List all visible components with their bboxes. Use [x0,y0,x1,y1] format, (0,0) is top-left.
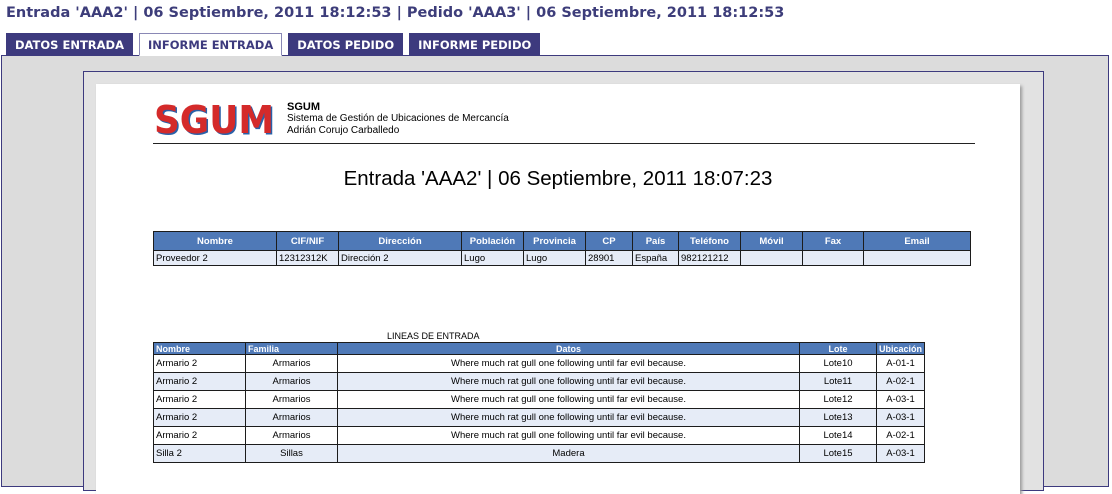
col-header: Email [863,231,971,251]
table-cell [863,250,971,266]
table-row: Proveedor 2 12312312K Dirección 2 Lugo L… [153,250,971,266]
table-cell: Armario 2 [153,372,246,391]
table-row: Silla 2 Sillas Madera Lote15 A-03-1 [153,444,925,463]
table-cell: Dirección 2 [338,250,462,266]
table-cell: Lote14 [799,426,877,445]
col-header: Teléfono [678,231,741,251]
table-cell: Silla 2 [153,444,246,463]
report-viewer[interactable]: SGUM SGUM SGUM Sistema de Gestión de Ubi… [83,71,1044,494]
table-cell: A-02-1 [876,372,925,391]
provider-header-row: Nombre CIF/NIF Dirección Población Provi… [153,231,971,251]
col-header: Nombre [153,342,246,355]
table-cell: Proveedor 2 [153,250,277,266]
table-cell: 28901 [585,250,633,266]
table-cell: Armario 2 [153,354,246,373]
tab-datos-pedido[interactable]: DATOS PEDIDO [288,33,404,55]
table-cell: Lugo [461,250,524,266]
table-cell: Lote15 [799,444,877,463]
col-header: Ubicación [876,342,925,355]
table-cell: 982121212 [678,250,741,266]
table-cell: Madera [337,444,800,463]
table-cell: Armarios [245,426,338,445]
table-cell: Where much rat gull one following until … [337,390,800,409]
page-title: Entrada 'AAA2' | 06 Septiembre, 2011 18:… [6,5,785,21]
col-header: Dirección [338,231,462,251]
table-cell [740,250,803,266]
table-cell: Lote13 [799,408,877,427]
table-cell: Lote11 [799,372,877,391]
tab-informe-pedido[interactable]: INFORME PEDIDO [409,33,541,55]
col-header: País [632,231,679,251]
table-cell: España [632,250,679,266]
col-header: CIF/NIF [276,231,339,251]
table-row: Armario 2 Armarios Where much rat gull o… [153,372,925,391]
col-header: Fax [802,231,864,251]
org-subtitle: Sistema de Gestión de Ubicaciones de Mer… [287,113,509,124]
lines-caption: LINEAS DE ENTRADA [387,331,480,341]
table-cell: Armario 2 [153,390,246,409]
table-cell: Where much rat gull one following until … [337,408,800,427]
table-cell: A-01-1 [876,354,925,373]
table-cell: A-03-1 [876,390,925,409]
table-cell: Armario 2 [153,426,246,445]
table-cell: Lote12 [799,390,877,409]
table-cell [802,250,864,266]
svg-text:SGUM: SGUM [154,99,274,139]
col-header: Nombre [153,231,277,251]
table-cell: Where much rat gull one following until … [337,354,800,373]
table-row: Armario 2 Armarios Where much rat gull o… [153,354,925,373]
table-row: Armario 2 Armarios Where much rat gull o… [153,426,925,445]
sgum-logo: SGUM SGUM [154,99,275,139]
col-header: Provincia [523,231,586,251]
table-cell: 12312312K [276,250,339,266]
table-cell: Where much rat gull one following until … [337,426,800,445]
table-cell: Armarios [245,408,338,427]
lines-header-row: Nombre Familia Datos Lote Ubicación [153,342,925,355]
org-name: SGUM [287,101,320,113]
tab-datos-entrada[interactable]: DATOS ENTRADA [6,33,133,55]
table-cell: Lote10 [799,354,877,373]
table-cell: A-03-1 [876,444,925,463]
table-cell: Armarios [245,390,338,409]
table-row: Armario 2 Armarios Where much rat gull o… [153,390,925,409]
col-header: Lote [799,342,877,355]
table-cell: Lugo [523,250,586,266]
report-page: SGUM SGUM SGUM Sistema de Gestión de Ubi… [96,84,1020,494]
table-cell: Armarios [245,354,338,373]
table-cell: Where much rat gull one following until … [337,372,800,391]
col-header: Población [461,231,524,251]
report-title: Entrada 'AAA2' | 06 Septiembre, 2011 18:… [343,167,773,190]
organization-info: SGUM Sistema de Gestión de Ubicaciones d… [287,101,509,137]
table-row: Armario 2 Armarios Where much rat gull o… [153,408,925,427]
col-header: CP [585,231,633,251]
col-header: Móvil [740,231,803,251]
table-cell: A-02-1 [876,426,925,445]
tab-bar: DATOS ENTRADA INFORME ENTRADA DATOS PEDI… [6,33,546,56]
col-header: Datos [337,342,800,355]
table-cell: Sillas [245,444,338,463]
table-cell: Armarios [245,372,338,391]
entry-lines-table: Nombre Familia Datos Lote Ubicación Arma… [153,342,925,463]
tab-informe-entrada[interactable]: INFORME ENTRADA [139,33,283,56]
table-cell: A-03-1 [876,408,925,427]
tab-panel: SGUM SGUM SGUM Sistema de Gestión de Ubi… [1,55,1109,494]
provider-table: Nombre CIF/NIF Dirección Población Provi… [153,231,971,266]
org-author: Adrián Corujo Carballedo [287,125,400,136]
header-divider [153,143,975,144]
table-cell: Armario 2 [153,408,246,427]
col-header: Familia [245,342,338,355]
